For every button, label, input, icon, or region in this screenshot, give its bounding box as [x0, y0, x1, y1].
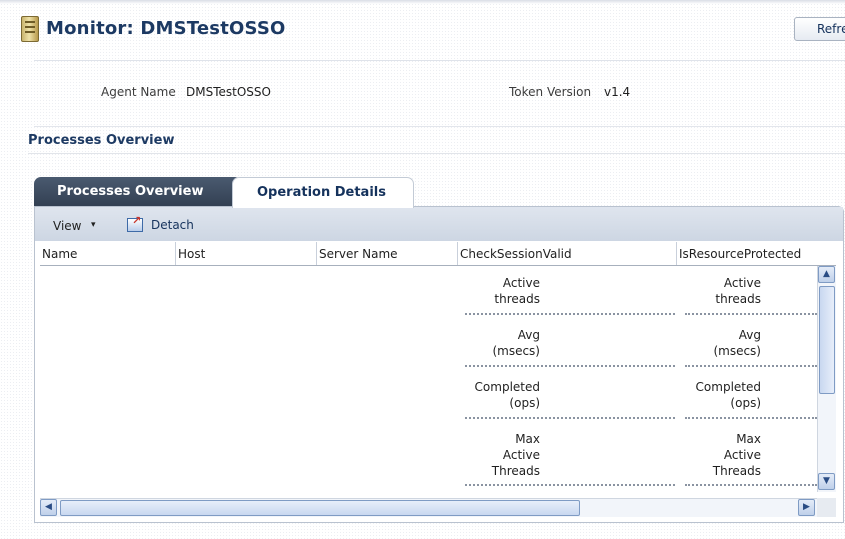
section-title: Processes Overview — [28, 133, 175, 148]
table-header: Name Host Server Name CheckSessionValid … — [40, 242, 836, 266]
horizontal-scrollbar[interactable]: ◀ ▶ — [40, 498, 817, 517]
row-separator — [465, 313, 675, 315]
cell-text: (ops) — [509, 396, 540, 410]
cell-text: Active — [723, 276, 761, 290]
agent-name-value: DMSTestOSSO — [186, 85, 271, 99]
scroll-left-icon[interactable]: ◀ — [40, 499, 57, 516]
column-header-checksessionvalid[interactable]: CheckSessionValid — [458, 242, 677, 265]
cell-text: Avg — [517, 328, 540, 342]
scrollbar-corner — [817, 498, 836, 517]
top-edge — [0, 0, 845, 4]
table-toolbar: View ▾ Detach — [35, 207, 843, 241]
scroll-down-icon[interactable]: ▼ — [818, 473, 835, 490]
row-separator — [685, 365, 817, 367]
scroll-right-icon[interactable]: ▶ — [798, 499, 815, 516]
table-cell: Avg (msecs) — [701, 327, 761, 359]
info-divider — [34, 126, 845, 127]
chevron-down-icon[interactable]: ▾ — [91, 220, 96, 230]
cell-text: Threads — [491, 464, 540, 478]
cell-text: (msecs) — [492, 344, 540, 358]
row-separator — [465, 484, 675, 486]
table-cell: Completed (ops) — [470, 379, 540, 411]
table-cell: Completed (ops) — [691, 379, 761, 411]
column-header-isresourceprotected[interactable]: IsResourceProtected — [677, 242, 817, 265]
row-separator — [465, 417, 675, 419]
row-separator — [685, 417, 817, 419]
cell-text: Completed — [695, 380, 761, 394]
column-header-server-name[interactable]: Server Name — [317, 242, 458, 265]
cell-text: (ops) — [730, 396, 761, 410]
scroll-up-icon[interactable]: ▲ — [818, 266, 835, 283]
table-cell: Active threads — [701, 275, 761, 307]
tab-processes-overview[interactable]: Processes Overview — [34, 177, 242, 207]
cell-text: Active — [502, 448, 540, 462]
cell-text: Avg — [738, 328, 761, 342]
cell-text: Completed — [474, 380, 540, 394]
row-separator — [465, 365, 675, 367]
row-separator — [685, 313, 817, 315]
monitor-page-icon — [21, 16, 39, 42]
cell-text: threads — [494, 292, 540, 306]
cell-text: (msecs) — [713, 344, 761, 358]
vertical-scroll-thumb[interactable] — [819, 286, 835, 394]
column-header-name[interactable]: Name — [40, 242, 176, 265]
cell-text: Active — [723, 448, 761, 462]
cell-text: Active — [502, 276, 540, 290]
column-header-host[interactable]: Host — [176, 242, 317, 265]
cell-text: Max — [515, 432, 540, 446]
vertical-scrollbar[interactable]: ▲ ▼ — [817, 266, 836, 492]
tab-operation-details[interactable]: Operation Details — [232, 177, 414, 208]
view-menu[interactable]: View — [53, 219, 81, 233]
row-separator — [685, 484, 817, 486]
token-version-value: v1.4 — [604, 85, 631, 99]
token-version-label: Token Version — [509, 85, 592, 99]
table-cell: Active threads — [480, 275, 540, 307]
refresh-button[interactable]: Refresh — [794, 17, 845, 41]
agent-name-label: Agent Name — [101, 85, 176, 99]
cell-text: Max — [736, 432, 761, 446]
section-divider — [28, 153, 845, 154]
table-cell: Max Active Threads — [701, 431, 761, 479]
header-divider — [34, 60, 845, 61]
cell-text: threads — [715, 292, 761, 306]
operation-details-panel: View ▾ Detach Name Host Server Name Chec… — [34, 206, 844, 523]
page-title: Monitor: DMSTestOSSO — [46, 18, 286, 39]
detach-icon[interactable] — [127, 214, 143, 232]
table-cell: Avg (msecs) — [480, 327, 540, 359]
detach-button[interactable]: Detach — [151, 218, 194, 232]
horizontal-scroll-thumb[interactable] — [60, 500, 580, 516]
table-cell: Max Active Threads — [480, 431, 540, 479]
table-body: Active threads Avg (msecs) Completed (op… — [40, 266, 817, 490]
cell-text: Threads — [712, 464, 761, 478]
